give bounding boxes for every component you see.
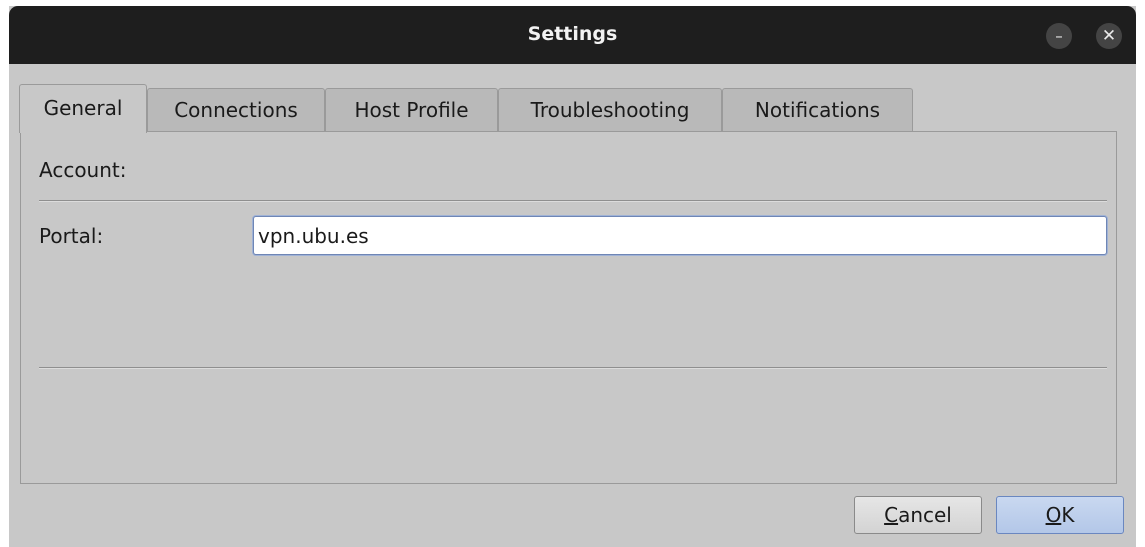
minimize-icon: –: [1055, 27, 1063, 45]
account-divider: [39, 200, 1107, 202]
tab-connections[interactable]: Connections: [147, 88, 325, 131]
title-bar[interactable]: Settings – ✕: [9, 6, 1136, 64]
tab-troubleshooting[interactable]: Troubleshooting: [498, 88, 722, 131]
general-tab-panel: Account: Portal:: [20, 131, 1117, 484]
cancel-label-rest: ancel: [898, 503, 952, 527]
close-button[interactable]: ✕: [1096, 23, 1122, 49]
window-title: Settings: [527, 23, 618, 45]
ok-label-rest: K: [1061, 503, 1075, 527]
cancel-button[interactable]: Cancel: [854, 496, 982, 534]
minimize-button[interactable]: –: [1046, 23, 1072, 49]
tab-host-profile[interactable]: Host Profile: [325, 88, 498, 131]
ok-mnemonic: O: [1045, 503, 1062, 527]
tab-notifications[interactable]: Notifications: [722, 88, 913, 131]
ok-button[interactable]: OK: [996, 496, 1124, 534]
cancel-mnemonic: C: [884, 503, 899, 527]
section-divider: [39, 367, 1107, 369]
tab-general[interactable]: General: [19, 84, 147, 133]
account-label: Account:: [39, 158, 127, 182]
portal-label: Portal:: [39, 224, 104, 248]
close-icon: ✕: [1101, 26, 1117, 46]
settings-window: Settings – ✕ General Connections Host Pr…: [9, 6, 1136, 547]
portal-input[interactable]: [253, 216, 1107, 255]
